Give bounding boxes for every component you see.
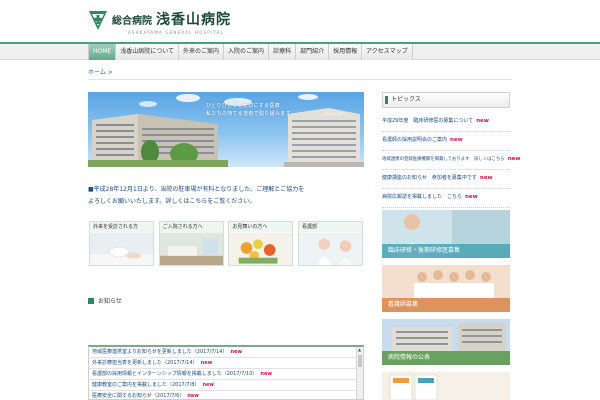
card-outpatient[interactable]: 外来を受診される方 <box>89 221 154 266</box>
nav-departments[interactable]: 診療科 <box>269 44 297 60</box>
news-list: 地域医療連携室よりお知らせを更新しました（2017/7/14） new 外来診療担… <box>88 345 364 400</box>
newsletter-image <box>382 372 510 400</box>
new-badge: new <box>450 137 463 143</box>
card-inpatient-label: ご入院される方へ <box>159 222 223 232</box>
topic-item[interactable]: 平成29年度 臨床研修医の募集について new <box>382 113 510 132</box>
new-badge: new <box>202 382 215 388</box>
new-badge: new <box>187 393 199 399</box>
scroll-thumb[interactable] <box>358 355 362 367</box>
topic-item[interactable]: 健康講座のお知らせ 参加者を募集中です new <box>382 170 510 189</box>
hospital-room-image <box>159 232 223 265</box>
heading-bar-icon <box>385 96 388 104</box>
logo-english: ASAKAYAMA GENERAL HOSPITAL <box>128 30 224 35</box>
breadcrumb-divider <box>88 79 512 80</box>
news-item[interactable]: 看護部の採用情報とインターンシップ情報を掲載しました（2017/7/10） new <box>89 369 357 380</box>
topics-list: 平成29年度 臨床研修医の募集について new 看護師の採用説明会のご案内 new … <box>382 113 520 208</box>
banner-nurse-recruit-label: 看護師募集 <box>382 298 510 312</box>
new-badge: new <box>260 371 272 377</box>
new-badge: new <box>200 360 213 366</box>
news-item[interactable]: 外来診療担当表を更新しました（2017/7/14） new <box>89 358 357 369</box>
scroll-up-arrow-icon[interactable]: ▲ <box>358 348 362 352</box>
hero-tagline-line2: 私たちの持てる技術で取り組みます <box>206 111 291 117</box>
news-item[interactable]: 医療安全に関するお知らせ（2017/7/6） new <box>89 391 357 399</box>
banner-hospital-info[interactable]: 病院情報の公表 <box>382 319 510 365</box>
news-section-title: お知らせ <box>98 298 122 305</box>
breadcrumb-home-link[interactable]: ホーム <box>88 69 106 76</box>
nav-home[interactable]: HOME <box>88 44 117 60</box>
card-inpatient[interactable]: ご入院される方へ <box>158 221 224 266</box>
banner-residency[interactable]: 臨床研修・後期研修医募集 <box>382 210 510 258</box>
nav-about[interactable]: 浅香山病院について <box>116 44 180 60</box>
hospital-logo[interactable]: 総合病院 浅香山病院 ASAKAYAMA GENERAL HOSPITAL <box>88 9 231 35</box>
card-visitors-label: お見舞いの方へ <box>229 222 293 232</box>
new-badge: new <box>479 175 493 181</box>
topics-heading: トピックス <box>382 92 510 108</box>
hospital-emblem-icon <box>89 11 107 30</box>
card-visitors[interactable]: お見舞いの方へ <box>228 221 294 266</box>
banner-residency-label: 臨床研修・後期研修医募集 <box>382 244 510 258</box>
nav-divisions[interactable]: 部門紹介 <box>296 44 330 60</box>
breadcrumb-separator: > <box>107 69 113 76</box>
banner-newsletter[interactable] <box>382 372 510 400</box>
logo-subtitle: 総合病院 <box>112 16 152 27</box>
topics-title: トピックス <box>391 96 421 103</box>
hero-tagline: ひとりひとりを大切にする医療 私たちの持てる技術で取り組みます <box>206 102 291 118</box>
banner-hospital-info-label: 病院情報の公表 <box>382 351 510 365</box>
nurse-image <box>298 232 362 265</box>
logo-title: 浅香山病院 <box>156 12 231 28</box>
nav-inpatient[interactable]: 入院のご案内 <box>224 44 270 60</box>
topic-item[interactable]: 看護師の採用説明会のご案内 new <box>382 132 510 151</box>
quick-links: 外来を受診される方 ご入院される方へ お見舞いの方へ 看護部 <box>89 221 363 266</box>
card-outpatient-label: 外来を受診される方 <box>90 222 153 232</box>
news-scrollbar[interactable]: ▲ <box>356 347 363 399</box>
hero-tagline-line1: ひとりひとりを大切にする医療 <box>206 103 280 109</box>
news-section-heading: お知らせ <box>88 296 122 305</box>
section-square-icon <box>88 297 94 304</box>
doctor-consult-image <box>90 232 153 265</box>
breadcrumb: ホーム > <box>88 67 113 76</box>
news-item[interactable]: 健康教室のご案内を掲載しました（2017/7/8） new <box>89 380 357 391</box>
flowers-image <box>229 232 293 265</box>
new-badge: new <box>230 349 243 355</box>
card-nursing[interactable]: 看護部 <box>297 221 363 266</box>
nav-access[interactable]: アクセスマップ <box>362 44 413 60</box>
new-badge: new <box>465 194 478 200</box>
news-item[interactable]: 地域医療連携室よりお知らせを更新しました（2017/7/14） new <box>89 347 357 358</box>
notice-line2: よろしくお願いいたします。詳しくはこちらをご覧ください。 <box>88 198 256 205</box>
topic-item[interactable]: 地域連携の登録医療機関を掲載しております 詳しくはこちら new <box>382 151 520 170</box>
main-nav-bar: HOME 浅香山病院について 外来のご案内 入院のご案内 診療科 部門紹介 採用… <box>0 44 600 60</box>
header: 総合病院 浅香山病院 ASAKAYAMA GENERAL HOSPITAL <box>0 0 600 44</box>
new-badge: new <box>507 156 521 162</box>
banner-nurse-recruit[interactable]: 看護師募集 <box>382 265 510 312</box>
hero-banner: ひとりひとりを大切にする医療 私たちの持てる技術で取り組みます メディカルケアー <box>88 92 364 167</box>
new-badge: new <box>476 118 489 124</box>
nav-outpatient[interactable]: 外来のご案内 <box>179 44 225 60</box>
card-nursing-label: 看護部 <box>298 222 362 232</box>
notice-text[interactable]: ■平成28年12月1日より、当院の駐車場が有料となりました。ご理解とご協力を よ… <box>88 184 366 208</box>
hero-caption: メディカルケアー <box>322 112 346 116</box>
notice-line1: ■平成28年12月1日より、当院の駐車場が有料となりました。ご理解とご協力を <box>88 186 305 193</box>
main-nav: HOME 浅香山病院について 外来のご案内 入院のご案内 診療科 部門紹介 採用… <box>88 44 413 60</box>
topic-item[interactable]: 病院広報誌を掲載しました こちら new <box>382 189 510 208</box>
nav-recruit[interactable]: 採用情報 <box>329 44 363 60</box>
